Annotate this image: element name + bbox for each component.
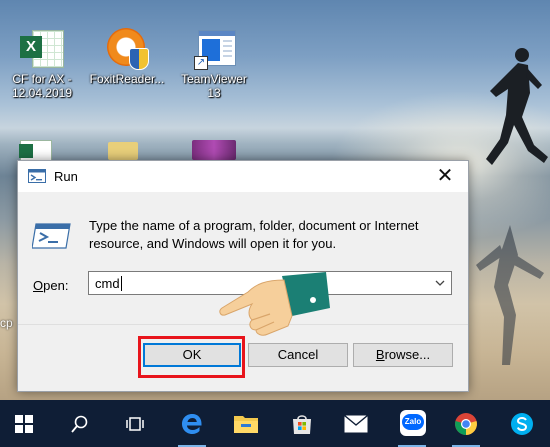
taskbar-zalo[interactable]: Zalo [388,400,436,447]
task-view-icon [126,416,144,431]
dialog-description: Type the name of a program, folder, docu… [89,218,419,251]
dialog-title: Run [54,169,78,184]
run-icon [32,223,71,249]
excel-file-icon: X [20,26,64,70]
chrome-icon [455,412,477,435]
excel-file-icon [19,140,52,162]
desktop-icon-label: TeamViewer 13 [181,72,247,100]
foxit-reader-icon [105,26,149,70]
folder-icon [108,142,138,160]
taskbar: Zalo [0,400,550,447]
desktop-icon-label: CF for AX - 12.04.2019 [11,72,73,100]
task-view-button[interactable] [112,400,160,447]
teamviewer-shortcut-icon: ↗ [192,26,236,70]
taskbar-chrome[interactable] [442,400,490,447]
command-value: cmd [95,276,122,291]
file-explorer-icon [234,415,258,433]
taskbar-edge[interactable] [168,400,216,447]
desktop-icon-teamviewer[interactable]: ↗ TeamViewer 13 [172,26,256,100]
taskbar-skype[interactable] [498,400,546,447]
taskbar-mail[interactable] [332,400,380,447]
dialog-titlebar[interactable]: Run ✕ [18,161,468,192]
skype-icon [511,412,533,435]
zalo-label: Zalo [402,414,424,430]
close-button[interactable]: ✕ [422,161,468,192]
start-button[interactable] [0,400,48,447]
store-icon [293,414,311,434]
desktop-icon-label: FoxitReader... [89,72,165,86]
zalo-icon: Zalo [400,410,426,436]
chevron-down-icon[interactable] [433,275,447,291]
edge-icon [182,413,202,434]
cancel-button[interactable]: Cancel [248,343,348,367]
open-label: Open: [33,278,69,293]
browse-button[interactable]: Browse... [353,343,453,367]
desktop-icon-cf-for-ax[interactable]: X CF for AX - 12.04.2019 [0,26,84,100]
taskbar-store[interactable] [278,400,326,447]
mail-icon [344,414,368,432]
runner-silhouette [486,48,548,165]
start-icon [15,414,33,433]
winrar-archive-icon [192,140,236,160]
partial-icon-label: cp [0,316,13,330]
search-button[interactable] [56,400,104,447]
taskbar-file-explorer[interactable] [222,400,270,447]
ok-button-highlight-box [138,336,245,378]
close-icon: ✕ [436,165,454,187]
search-icon [71,415,88,433]
runner-reflection [476,225,544,365]
pointing-hand-icon [219,272,330,336]
desktop-icon-foxit-reader[interactable]: FoxitReader... [85,26,169,86]
run-app-icon [28,169,46,183]
